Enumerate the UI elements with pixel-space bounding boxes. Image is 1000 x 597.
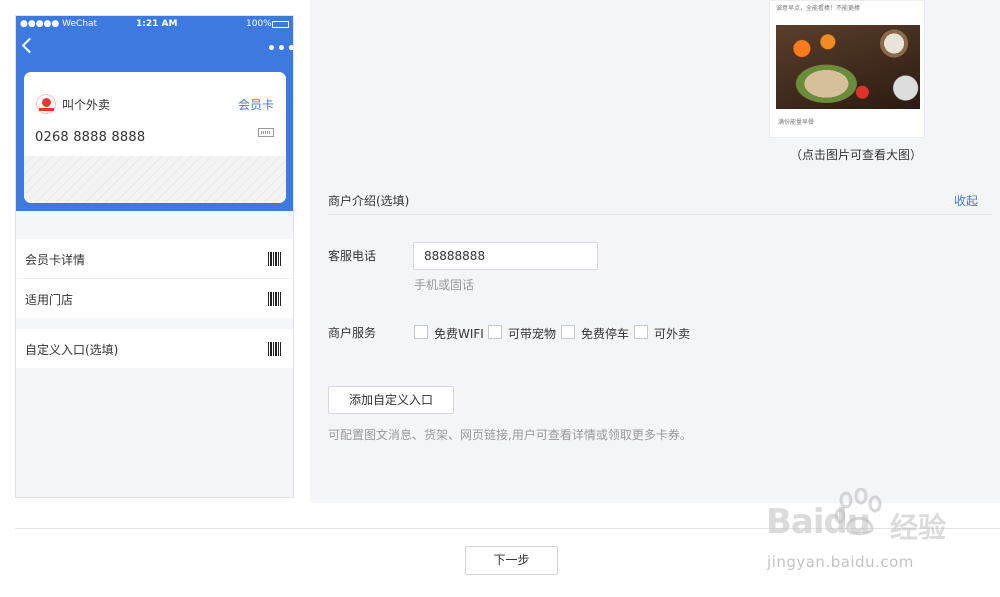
card-type-label: 会员卡 — [237, 98, 274, 112]
phone-row-label: 自定义入口(选填) — [25, 343, 119, 357]
member-card[interactable]: 叫个外卖 会员卡 0268 8888 8888 — [24, 72, 286, 203]
barcode-icon[interactable] — [258, 128, 274, 137]
food-photo — [776, 25, 920, 109]
phone-row-label: 适用门店 — [25, 293, 74, 307]
barcode-icon — [268, 252, 281, 266]
service-phone-input[interactable] — [413, 242, 598, 270]
preview-image[interactable]: 诚意早点，全能看棒！不能更棒 满份能量早餐 — [769, 0, 925, 138]
watermark-url: jingyan.baidu.com — [767, 553, 914, 571]
barcode-icon — [268, 292, 281, 306]
card-merchant-name: 叫个外卖 — [62, 98, 111, 112]
phone-preview: ●●●●● WeChat 1:21 AM 100% ••• 叫个外卖 会员卡 0… — [15, 15, 294, 498]
preview-caption-top: 诚意早点，全能看棒！不能更棒 — [776, 5, 861, 12]
phone-row-stores[interactable]: 适用门店 — [16, 279, 293, 318]
custom-entry-hint: 可配置图文消息、货架、网页链接,用户可查看详情或领取更多卡券。 — [328, 428, 692, 442]
checkbox-pets-allowed[interactable] — [488, 325, 502, 339]
status-carrier: ●●●●● WeChat — [20, 19, 98, 29]
collapse-link[interactable]: 收起 — [954, 192, 978, 209]
status-battery: 100% — [246, 19, 272, 29]
card-pattern — [24, 156, 286, 203]
merchant-logo-icon — [36, 94, 56, 114]
service-label-free-parking: 免费停车 — [581, 327, 630, 341]
status-time: 1:21 AM — [136, 19, 178, 29]
watermark-brand: Baidu — [766, 502, 871, 542]
battery-icon — [272, 21, 289, 28]
add-custom-entry-button[interactable]: 添加自定义入口 — [328, 386, 454, 414]
watermark-suffix: 经验 — [890, 511, 947, 544]
preview-caption-bottom: 满份能量早餐 — [778, 119, 815, 126]
preview-hint: （点击图片可查看大图） — [790, 148, 923, 162]
barcode-icon — [268, 342, 281, 356]
section-title-intro: 商户介绍(选填) — [328, 194, 410, 208]
section-divider — [328, 214, 992, 215]
next-step-button[interactable]: 下一步 — [465, 546, 558, 575]
merchant-services-label: 商户服务 — [328, 326, 377, 340]
card-number: 0268 8888 8888 — [35, 130, 146, 145]
service-label-takeout: 可外卖 — [654, 327, 691, 341]
service-phone-label: 客服电话 — [328, 249, 377, 263]
checkbox-free-wifi[interactable] — [414, 325, 428, 339]
phone-row-card-details[interactable]: 会员卡详情 — [16, 239, 293, 278]
service-phone-hint: 手机或固话 — [414, 278, 475, 292]
phone-row-label: 会员卡详情 — [25, 253, 86, 267]
phone-header: ●●●●● WeChat 1:21 AM 100% ••• 叫个外卖 会员卡 0… — [16, 16, 293, 211]
service-label-pets-allowed: 可带宠物 — [508, 327, 557, 341]
phone-row-custom-entry[interactable]: 自定义入口(选填) — [16, 329, 293, 368]
service-label-free-wifi: 免费WIFI — [434, 327, 484, 341]
checkbox-takeout[interactable] — [634, 325, 648, 339]
back-arrow-icon[interactable] — [21, 37, 38, 54]
more-icon[interactable]: ••• — [267, 41, 293, 57]
checkbox-free-parking[interactable] — [561, 325, 575, 339]
